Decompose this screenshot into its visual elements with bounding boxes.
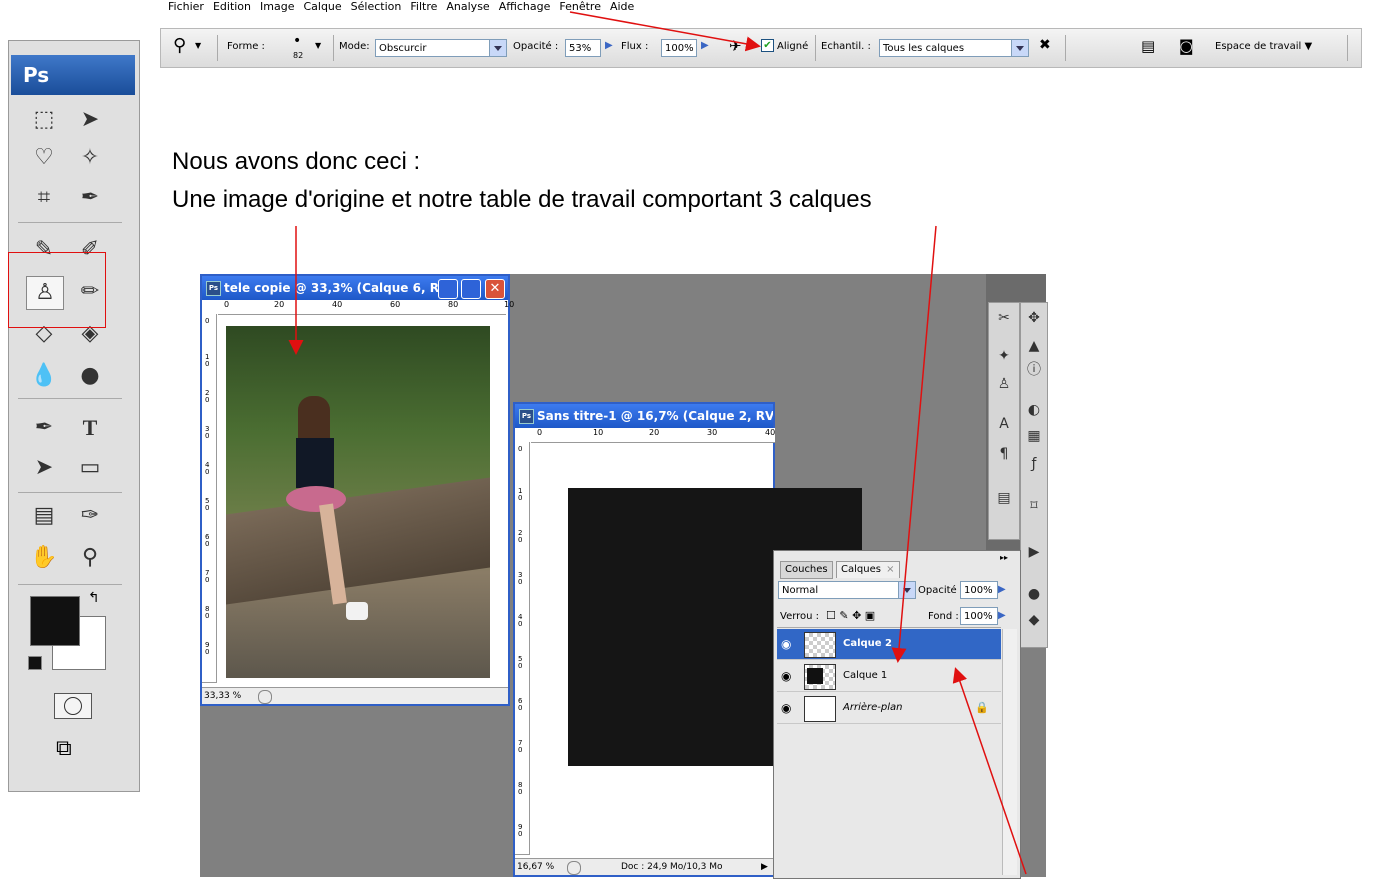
arrow-to-aligned [569,11,761,52]
arrow-to-calque-2 [891,225,937,663]
annotation-arrows [288,11,1027,875]
arrow-to-layers-panel [952,667,1027,875]
